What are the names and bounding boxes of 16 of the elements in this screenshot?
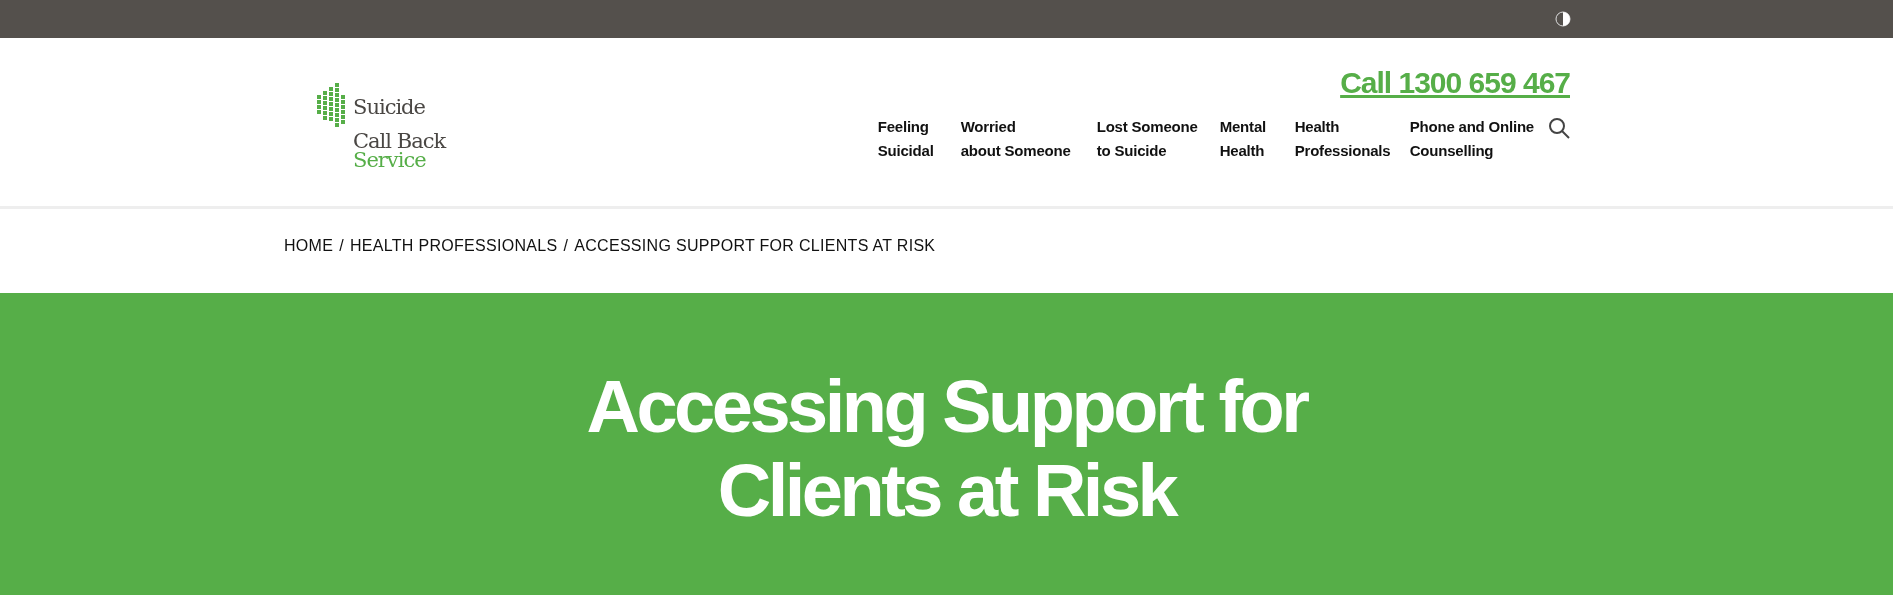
breadcrumb-current: ACCESSING SUPPORT FOR CLIENTS AT RISK (574, 236, 936, 256)
search-icon[interactable] (1548, 117, 1570, 139)
nav-link[interactable]: Lost Someone to Suicide (1096, 115, 1220, 163)
breadcrumb-separator: / (563, 236, 569, 256)
nav-link[interactable]: Phone and Online Counselling (1409, 115, 1534, 163)
nav-link[interactable]: Feeling Suicidal (877, 115, 961, 163)
logo-text[interactable]: Call Back (353, 132, 446, 151)
page-title: Accessing Support for Clients at Risk (585, 365, 1309, 533)
contrast-icon[interactable] (1555, 11, 1571, 27)
breadcrumb-link[interactable]: HOME (284, 234, 334, 258)
nav-link[interactable]: Worried about Someone (960, 115, 1097, 163)
breadcrumb-separator: / (339, 236, 344, 256)
logo-text[interactable]: Suicide (353, 98, 446, 117)
nav-link[interactable]: Mental Health (1219, 115, 1295, 163)
nav-link[interactable]: Health Professionals (1294, 115, 1410, 163)
breadcrumb-link[interactable]: HEALTH PROFESSIONALS (349, 234, 558, 258)
